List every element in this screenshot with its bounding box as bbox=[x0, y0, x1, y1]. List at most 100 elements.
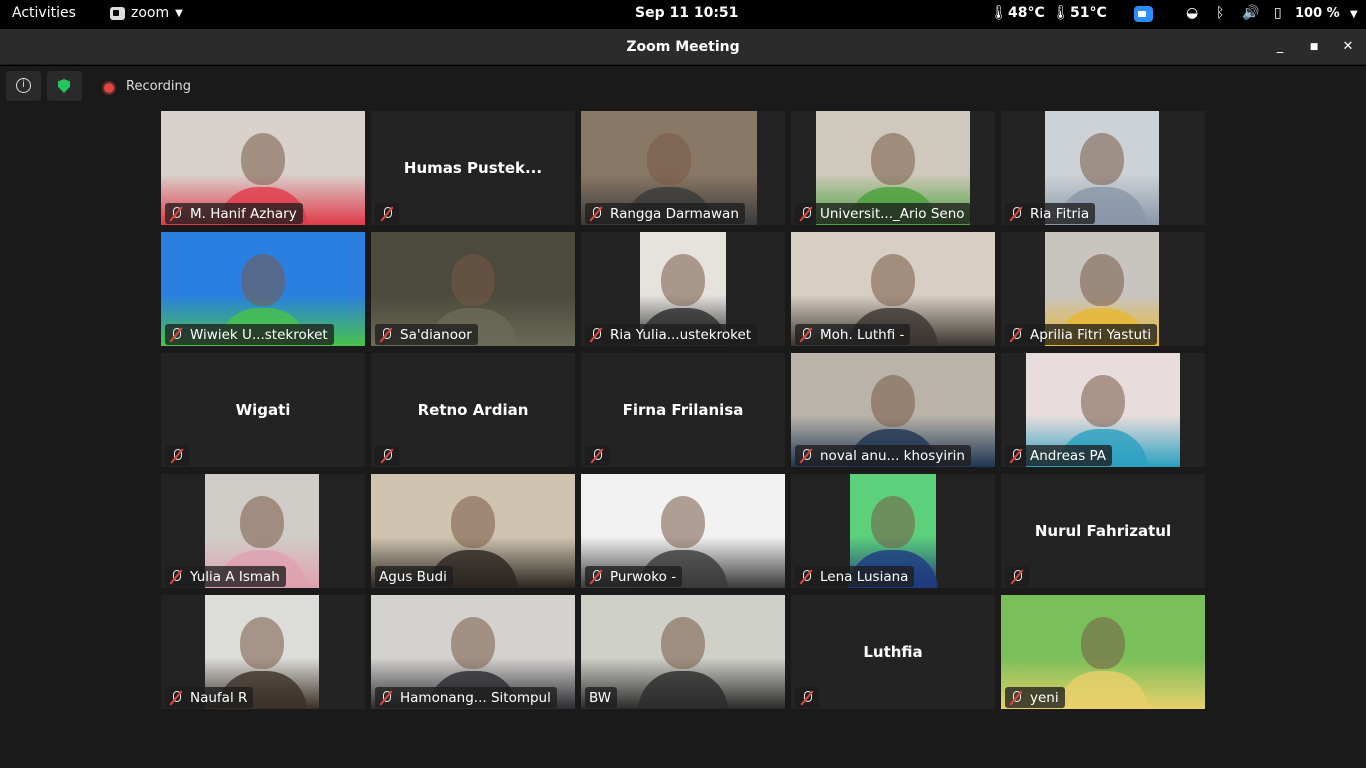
participant-name: Aprilia Fitri Yastuti bbox=[1030, 326, 1152, 343]
participant-tile[interactable]: Retno Ardian bbox=[371, 353, 575, 467]
participant-name-label: Naufal R bbox=[165, 687, 254, 708]
activities-button[interactable]: Activities bbox=[12, 5, 76, 21]
participant-name-label: Aprilia Fitri Yastuti bbox=[1005, 324, 1158, 345]
wifi-icon[interactable]: ◒ bbox=[1186, 5, 1198, 21]
participant-tile[interactable]: BW bbox=[581, 595, 785, 709]
participant-tile[interactable]: Ria Yulia...ustekroket bbox=[581, 232, 785, 346]
participant-name: noval anu... khosyirin bbox=[820, 447, 965, 464]
muted-mic-icon bbox=[169, 206, 183, 221]
participant-name-label: noval anu... khosyirin bbox=[795, 445, 971, 466]
participant-tile[interactable]: Sa'dianoor bbox=[371, 232, 575, 346]
participant-tile[interactable]: Moh. Luthfi - bbox=[791, 232, 995, 346]
bluetooth-icon[interactable]: ᛒ bbox=[1216, 5, 1224, 21]
participant-name-label: Moh. Luthfi - bbox=[795, 324, 911, 345]
participant-silhouette bbox=[451, 254, 495, 306]
recording-label[interactable]: Recording bbox=[126, 79, 191, 94]
participant-silhouette bbox=[241, 133, 285, 185]
thermometer-icon: 🌡 bbox=[990, 5, 1008, 21]
recording-dot-icon bbox=[104, 83, 114, 93]
participant-tile[interactable]: yeni bbox=[1001, 595, 1205, 709]
muted-mic-icon bbox=[800, 690, 814, 705]
maximize-button[interactable]: ■ bbox=[1305, 38, 1323, 56]
muted-mic-icon bbox=[799, 327, 813, 342]
participant-name: Rangga Darmawan bbox=[610, 205, 739, 222]
muted-mic-icon bbox=[1009, 690, 1023, 705]
battery-icon[interactable]: ▯ bbox=[1274, 5, 1282, 21]
participant-mic-status bbox=[375, 445, 399, 466]
participant-silhouette bbox=[661, 254, 705, 306]
zoom-app-icon bbox=[110, 6, 125, 20]
muted-mic-icon bbox=[799, 448, 813, 463]
muted-mic-icon bbox=[380, 206, 394, 221]
participant-name: Sa'dianoor bbox=[400, 326, 472, 343]
participant-tile[interactable]: Agus Budi bbox=[371, 474, 575, 588]
participant-name: Wigati bbox=[235, 401, 291, 419]
clock[interactable]: Sep 11 10:51 bbox=[635, 5, 738, 21]
muted-mic-icon bbox=[379, 690, 393, 705]
participant-tile[interactable]: Nurul Fahrizatul bbox=[1001, 474, 1205, 588]
participant-tile[interactable]: Ria Fitria bbox=[1001, 111, 1205, 225]
participant-silhouette bbox=[240, 617, 284, 669]
muted-mic-icon bbox=[799, 569, 813, 584]
participant-silhouette bbox=[661, 496, 705, 548]
participant-tile[interactable]: Firna Frilanisa bbox=[581, 353, 785, 467]
cpu-temperature[interactable]: 48°C bbox=[1008, 5, 1045, 21]
participant-name: Agus Budi bbox=[379, 568, 447, 585]
participant-name-label: Universit..._Ario Seno bbox=[795, 203, 971, 224]
muted-mic-icon bbox=[589, 327, 603, 342]
shield-icon bbox=[58, 79, 70, 93]
participant-name-label: Yulia A Ismah bbox=[165, 566, 286, 587]
participant-name: Purwoko - bbox=[610, 568, 677, 585]
participant-silhouette bbox=[661, 617, 705, 669]
volume-icon[interactable]: 🔊 bbox=[1242, 5, 1259, 21]
participant-name-label: Wiwiek U...stekroket bbox=[165, 324, 334, 345]
participant-tile[interactable]: Aprilia Fitri Yastuti bbox=[1001, 232, 1205, 346]
participant-name-label: yeni bbox=[1005, 687, 1065, 708]
participant-tile[interactable]: Wiwiek U...stekroket bbox=[161, 232, 365, 346]
participant-silhouette bbox=[451, 496, 495, 548]
participant-tile[interactable]: Luthfia bbox=[791, 595, 995, 709]
participant-name-label: Agus Budi bbox=[375, 566, 453, 587]
participant-name-label: Ria Yulia...ustekroket bbox=[585, 324, 758, 345]
participant-mic-status bbox=[1005, 566, 1029, 587]
participant-name: Moh. Luthfi - bbox=[820, 326, 905, 343]
close-button[interactable]: ✕ bbox=[1339, 38, 1357, 56]
security-button[interactable] bbox=[47, 71, 82, 101]
participant-silhouette bbox=[1080, 133, 1124, 185]
participant-name: Nurul Fahrizatul bbox=[1034, 522, 1172, 540]
system-menu-chevron-icon[interactable]: ▼ bbox=[1350, 9, 1358, 20]
participant-tile[interactable]: Humas Pustek... bbox=[371, 111, 575, 225]
battery-percentage[interactable]: 100 % bbox=[1295, 6, 1340, 21]
participant-silhouette bbox=[871, 375, 915, 427]
zoom-tray-icon[interactable] bbox=[1134, 6, 1153, 22]
muted-mic-icon bbox=[380, 448, 394, 463]
participant-tile[interactable]: Universit..._Ario Seno bbox=[791, 111, 995, 225]
participant-name: BW bbox=[589, 689, 612, 706]
participant-name-label: Sa'dianoor bbox=[375, 324, 478, 345]
participant-tile[interactable]: Purwoko - bbox=[581, 474, 785, 588]
participant-tile[interactable]: Yulia A Ismah bbox=[161, 474, 365, 588]
app-menu[interactable]: zoom ▼ bbox=[110, 5, 183, 21]
participant-silhouette bbox=[1081, 375, 1125, 427]
participant-tile[interactable]: Wigati bbox=[161, 353, 365, 467]
window-titlebar: Zoom Meeting _ ■ ✕ bbox=[0, 29, 1366, 65]
participant-name: Luthfia bbox=[863, 643, 923, 661]
meeting-info-button[interactable]: i bbox=[6, 71, 41, 101]
minimize-button[interactable]: _ bbox=[1271, 38, 1289, 56]
muted-mic-icon bbox=[1009, 206, 1023, 221]
participant-tile[interactable]: Andreas PA bbox=[1001, 353, 1205, 467]
participant-tile[interactable]: M. Hanif Azhary bbox=[161, 111, 365, 225]
participant-tile[interactable]: Rangga Darmawan bbox=[581, 111, 785, 225]
participant-silhouette bbox=[871, 254, 915, 306]
participant-silhouette bbox=[871, 133, 915, 185]
zoom-meeting-area: i Recording M. Hanif Azhary Humas Pustek.… bbox=[0, 66, 1366, 768]
participant-name: Humas Pustek... bbox=[403, 159, 543, 177]
participant-tile[interactable]: Naufal R bbox=[161, 595, 365, 709]
gpu-temperature[interactable]: 51°C bbox=[1070, 5, 1107, 21]
participant-tile[interactable]: Lena Lusiana bbox=[791, 474, 995, 588]
muted-mic-icon bbox=[589, 569, 603, 584]
participant-tile[interactable]: noval anu... khosyirin bbox=[791, 353, 995, 467]
participant-name: Hamonang... Sitompul bbox=[400, 689, 551, 706]
participant-name-label: Hamonang... Sitompul bbox=[375, 687, 557, 708]
participant-tile[interactable]: Hamonang... Sitompul bbox=[371, 595, 575, 709]
